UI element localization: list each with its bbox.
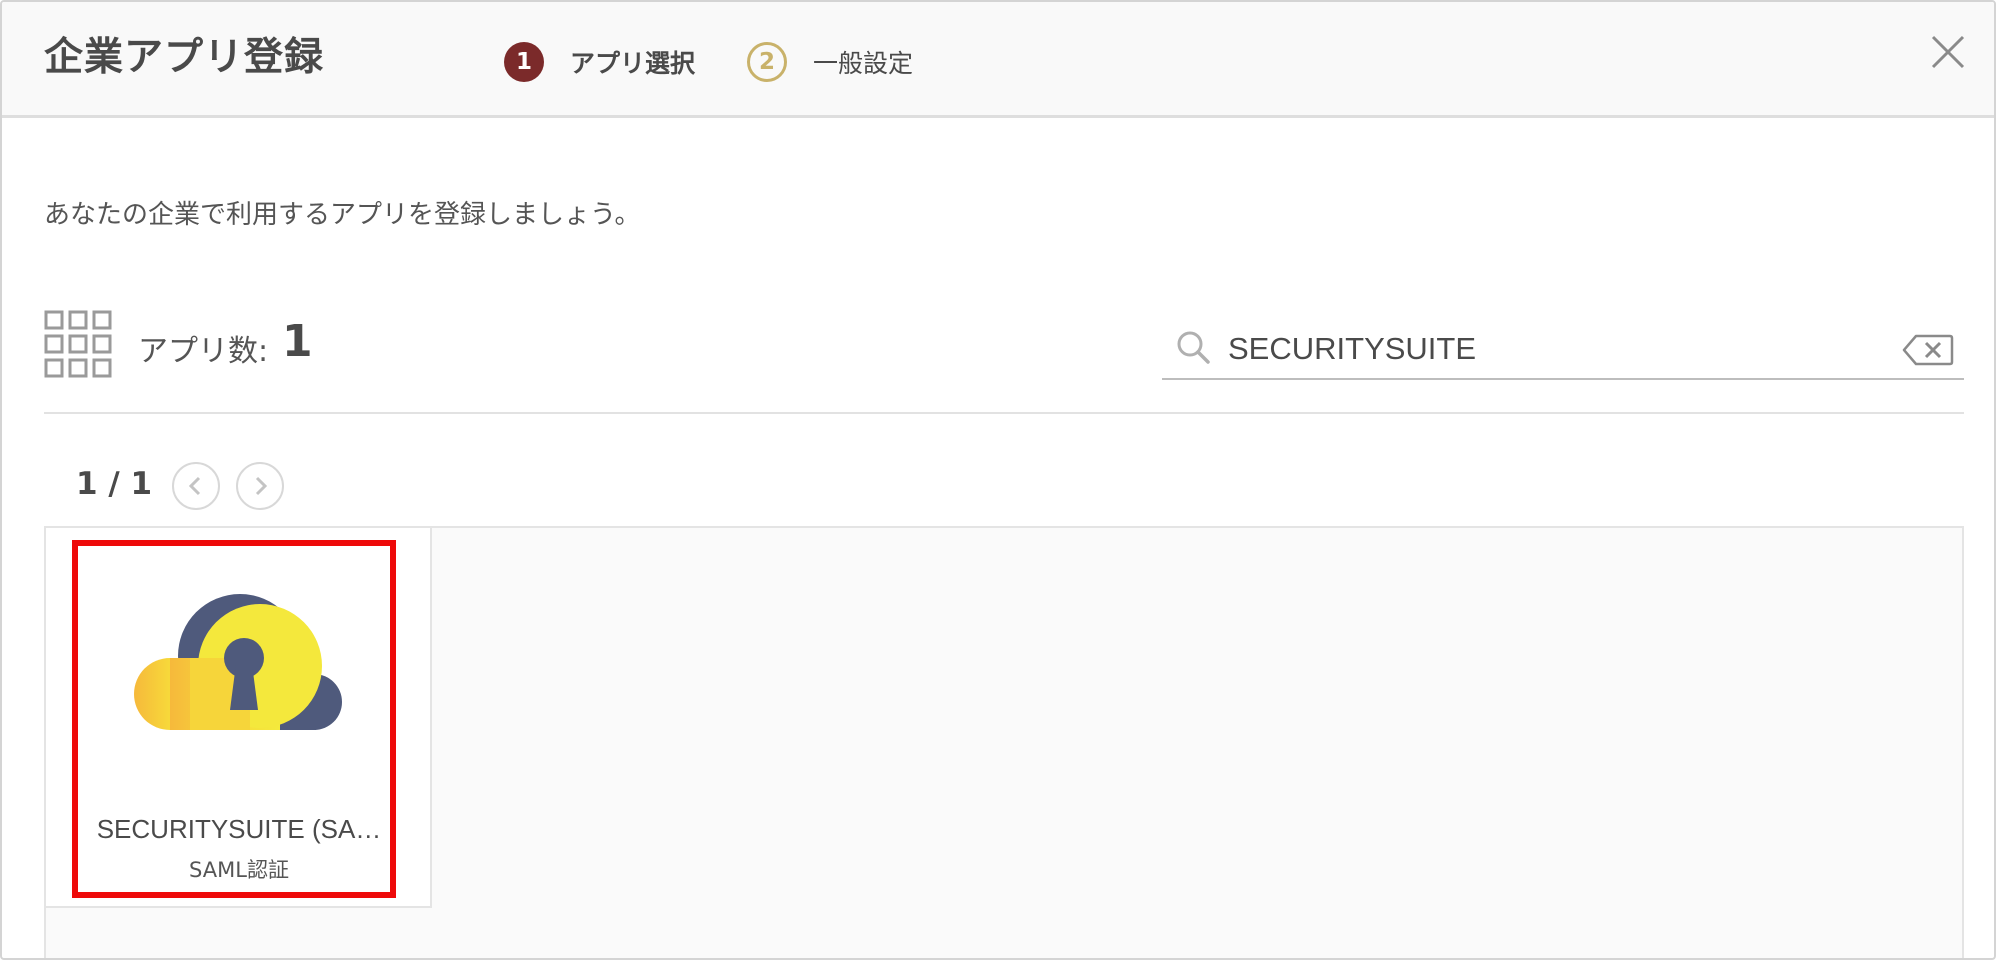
step-number: 1 [504,42,544,82]
previous-page-button[interactable] [172,462,220,510]
selection-highlight [72,540,396,898]
app-tile-securitysuite[interactable]: SECURITYSUITE (SA… SAML認証 [46,528,432,908]
search-icon [1177,331,1210,364]
divider [44,412,1964,414]
step-number: 2 [747,42,787,82]
intro-text: あなたの企業で利用するアプリを登録しましょう。 [44,200,641,230]
register-app-dialog: 企業アプリ登録 1 アプリ選択 2 一般設定 あなたの企業で利用するアプリを登録… [0,0,1996,960]
chevron-right-icon [255,476,268,496]
app-count-value: 1 [282,316,313,367]
dialog-header: 企業アプリ登録 1 アプリ選択 2 一般設定 [2,2,1994,118]
close-icon [1931,35,1965,69]
step-label: 一般設定 [813,49,914,78]
step-general-settings: 2 一般設定 [747,42,913,82]
search-input[interactable] [1228,324,1868,374]
step-app-select: 1 アプリ選択 [504,42,695,82]
close-button[interactable] [1930,34,1966,70]
next-page-button[interactable] [236,462,284,510]
search-box [1162,320,1964,380]
grid-icon [44,310,112,378]
step-label: アプリ選択 [570,49,696,78]
page-indicator: 1 / 1 [76,466,153,502]
dialog-title: 企業アプリ登録 [44,35,325,80]
backspace-clear-icon[interactable] [1902,334,1954,366]
chevron-left-icon [188,476,201,496]
app-count-label: アプリ数: [138,334,269,369]
app-list: SECURITYSUITE (SA… SAML認証 [44,526,1964,958]
